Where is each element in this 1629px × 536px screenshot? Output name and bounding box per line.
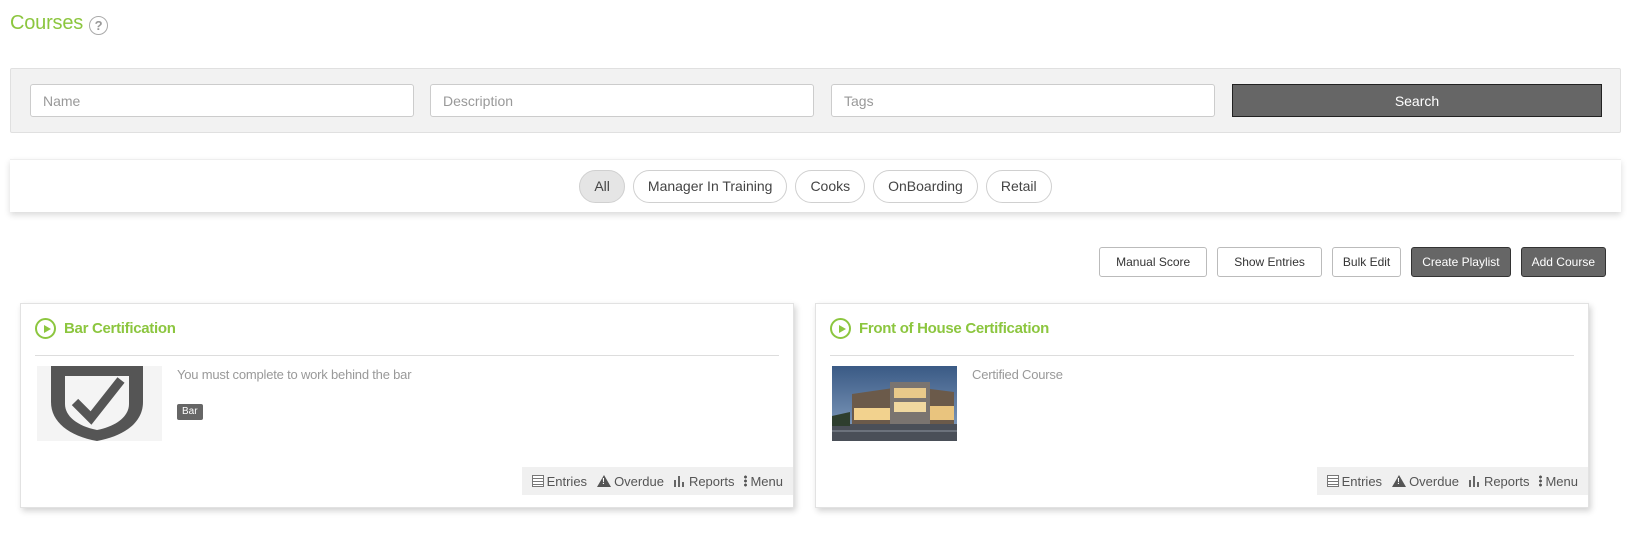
menu-link[interactable]: Menu <box>744 474 783 489</box>
warning-icon <box>1392 475 1407 487</box>
warning-icon <box>597 475 612 487</box>
course-actions: Manual Score Show Entries Bulk Edit Crea… <box>1099 247 1606 277</box>
add-course-button[interactable]: Add Course <box>1520 247 1606 277</box>
entries-link[interactable]: Entries <box>1326 473 1383 489</box>
course-card-footer: Entries Overdue Reports Menu <box>1316 467 1588 495</box>
category-filter-bar: All Manager In Training Cooks OnBoarding… <box>10 159 1621 212</box>
search-panel: Search <box>10 68 1621 133</box>
course-card-footer: Entries Overdue Reports Menu <box>521 467 793 495</box>
vertical-dots-icon <box>744 475 748 487</box>
list-icon <box>531 475 544 487</box>
course-tag-badge: Bar <box>177 404 203 420</box>
course-card: Front of House Certification Certified C… <box>815 303 1589 508</box>
bar-chart-icon <box>1468 475 1481 487</box>
shield-check-icon[interactable] <box>37 366 162 441</box>
overdue-link[interactable]: Overdue <box>597 474 664 489</box>
reports-label: Reports <box>1483 473 1530 489</box>
overdue-label: Overdue <box>1409 473 1459 489</box>
course-card-header: Front of House Certification <box>830 318 1574 356</box>
create-playlist-button[interactable]: Create Playlist <box>1411 247 1511 277</box>
bulk-edit-button[interactable]: Bulk Edit <box>1331 247 1402 277</box>
course-title[interactable]: Front of House Certification <box>859 318 1049 340</box>
description-search-input[interactable] <box>430 84 814 117</box>
filter-retail[interactable]: Retail <box>985 169 1052 203</box>
search-button[interactable]: Search <box>1232 84 1602 117</box>
menu-link[interactable]: Menu <box>1539 474 1578 489</box>
tags-search-input[interactable] <box>831 84 1215 117</box>
bar-chart-icon <box>673 475 686 487</box>
filter-cooks[interactable]: Cooks <box>795 169 866 203</box>
entries-link[interactable]: Entries <box>531 473 588 489</box>
menu-label: Menu <box>1545 473 1578 489</box>
overdue-link[interactable]: Overdue <box>1392 474 1459 489</box>
reports-link[interactable]: Reports <box>673 473 735 489</box>
filter-manager-in-training[interactable]: Manager In Training <box>632 169 788 203</box>
course-title[interactable]: Bar Certification <box>64 318 176 340</box>
overdue-label: Overdue <box>614 473 664 489</box>
manual-score-button[interactable]: Manual Score <box>1099 247 1208 277</box>
reports-link[interactable]: Reports <box>1468 473 1530 489</box>
page-header: Courses ? <box>10 12 109 35</box>
course-card-header: Bar Certification <box>35 318 779 356</box>
play-circle-icon[interactable] <box>830 318 851 339</box>
course-card: Bar Certification You must complete to w… <box>20 303 794 508</box>
menu-label: Menu <box>750 473 783 489</box>
play-circle-icon[interactable] <box>35 318 56 339</box>
filter-onboarding[interactable]: OnBoarding <box>873 169 978 203</box>
page-title: Courses <box>10 12 84 34</box>
reports-label: Reports <box>688 473 735 489</box>
list-icon <box>1326 475 1339 487</box>
entries-label: Entries <box>546 473 588 489</box>
course-description: You must complete to work behind the bar <box>177 367 412 382</box>
help-icon[interactable]: ? <box>89 15 109 35</box>
name-search-input[interactable] <box>30 84 414 117</box>
building-photo[interactable] <box>832 366 957 441</box>
show-entries-button[interactable]: Show Entries <box>1217 247 1322 277</box>
entries-label: Entries <box>1341 473 1383 489</box>
course-description: Certified Course <box>972 367 1063 382</box>
vertical-dots-icon <box>1539 475 1543 487</box>
filter-all[interactable]: All <box>579 169 625 203</box>
